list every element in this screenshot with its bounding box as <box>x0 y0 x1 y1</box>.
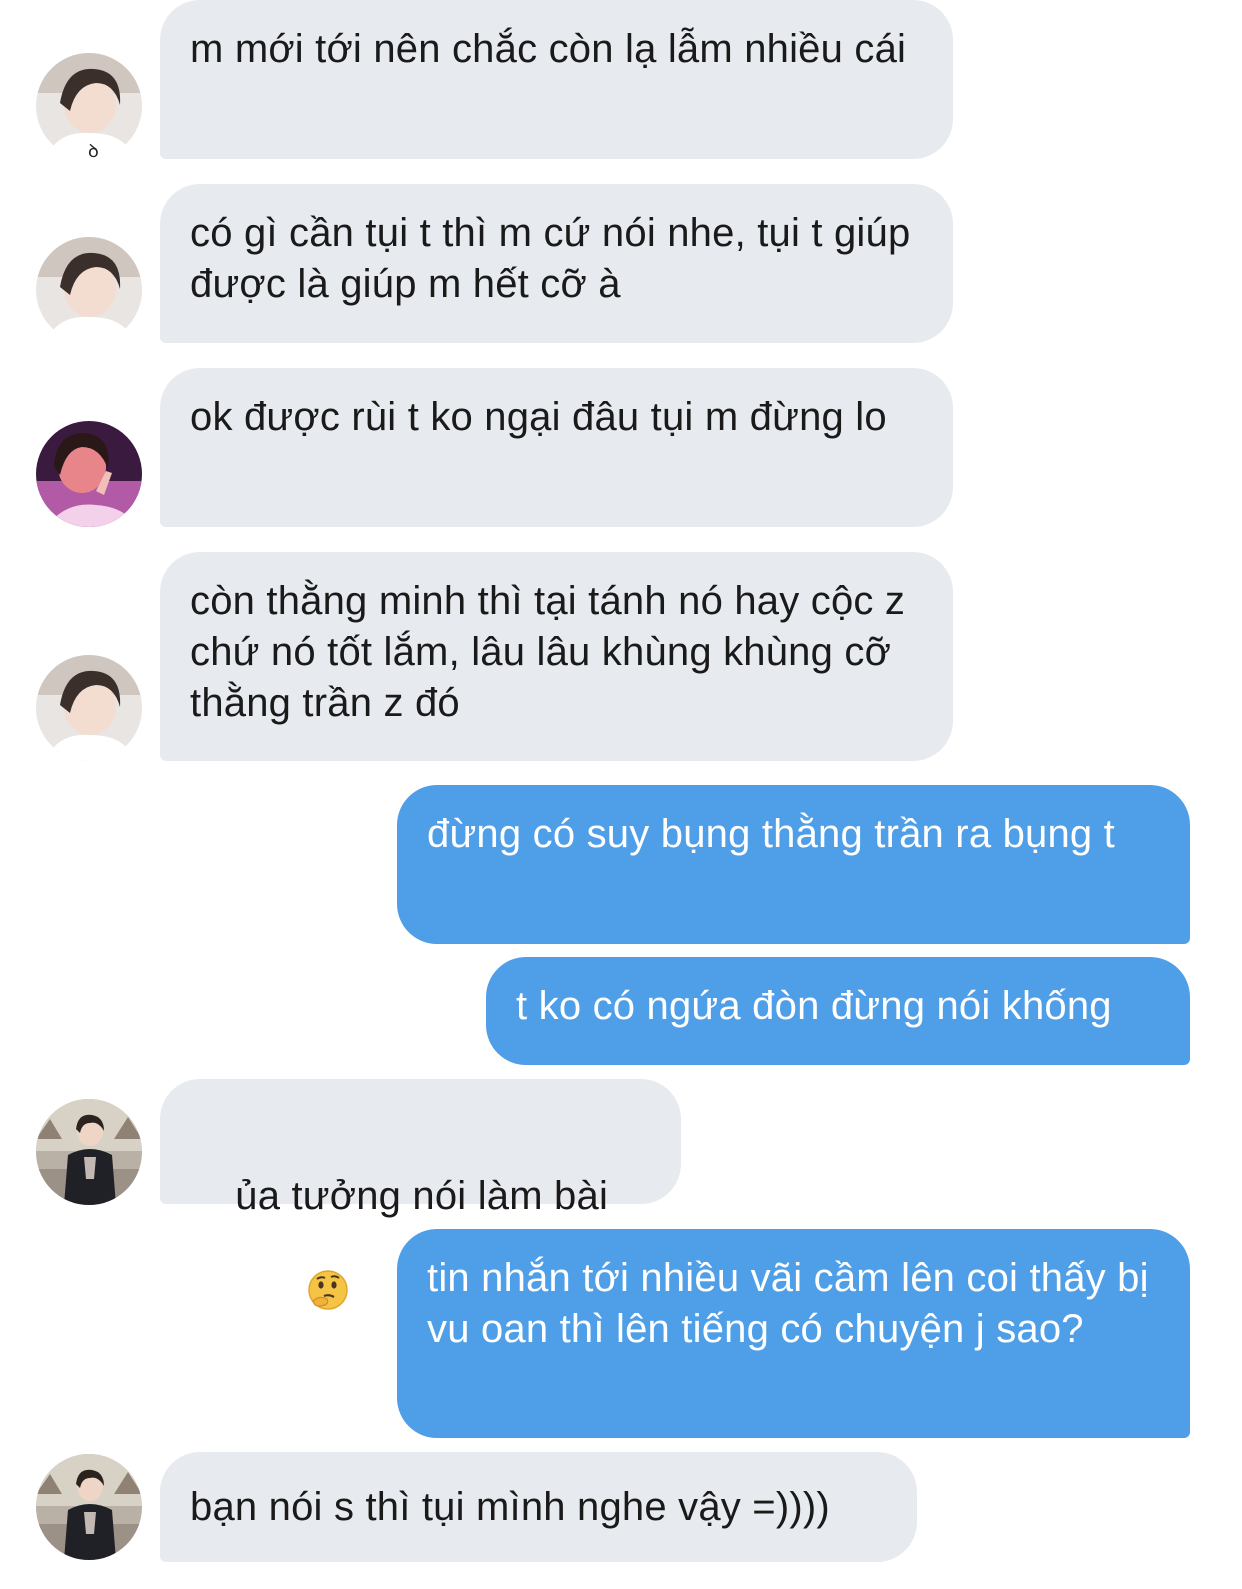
avatar-photo-icon <box>36 421 142 527</box>
message-bubble-incoming[interactable]: có gì cần tụi t thì m cứ nói nhe, tụi t … <box>160 184 953 343</box>
message-bubble-incoming[interactable]: bạn nói s thì tụi mình nghe vậy =)))) <box>160 1452 917 1562</box>
message-bubble-incoming[interactable]: còn thằng minh thì tại tánh nó hay cộc z… <box>160 552 953 761</box>
avatar-user-a[interactable] <box>36 655 142 761</box>
avatar-photo-icon <box>36 237 142 343</box>
avatar-user-c[interactable] <box>36 1099 142 1205</box>
avatar-user-c[interactable] <box>36 1454 142 1560</box>
avatar-photo-icon <box>36 1454 142 1560</box>
svg-text:ꝺ: ꝺ <box>88 141 99 159</box>
message-bubble-incoming[interactable]: ủa tưởng nói làm bài <box>160 1079 681 1310</box>
message-bubble-outgoing[interactable]: đừng có suy bụng thằng trần ra bụng t <box>397 785 1190 944</box>
avatar-user-a[interactable] <box>36 237 142 343</box>
message-thread: ꝺ m mới tới nên chắc còn lạ lẫm nhiều cá… <box>0 0 1242 1589</box>
message-bubble-incoming[interactable]: m mới tới nên chắc còn lạ lẫm nhiều cái <box>160 0 953 159</box>
message-bubble-outgoing[interactable]: tin nhắn tới nhiều vãi cầm lên coi thấy … <box>397 1229 1190 1438</box>
avatar-photo-icon <box>36 1099 142 1205</box>
message-bubble-outgoing[interactable]: t ko có ngứa đòn đừng nói khống <box>486 957 1190 1065</box>
avatar-user-a[interactable]: ꝺ <box>36 53 142 159</box>
message-bubble-incoming[interactable]: ok được rùi t ko ngại đâu tụi m đừng lo <box>160 368 953 527</box>
avatar-user-b[interactable] <box>36 421 142 527</box>
avatar-photo-icon <box>36 655 142 761</box>
thinking-face-emoji-icon <box>239 1218 349 1375</box>
message-text: ủa tưởng nói làm bài <box>235 1174 609 1218</box>
avatar-photo-icon: ꝺ <box>36 53 142 159</box>
